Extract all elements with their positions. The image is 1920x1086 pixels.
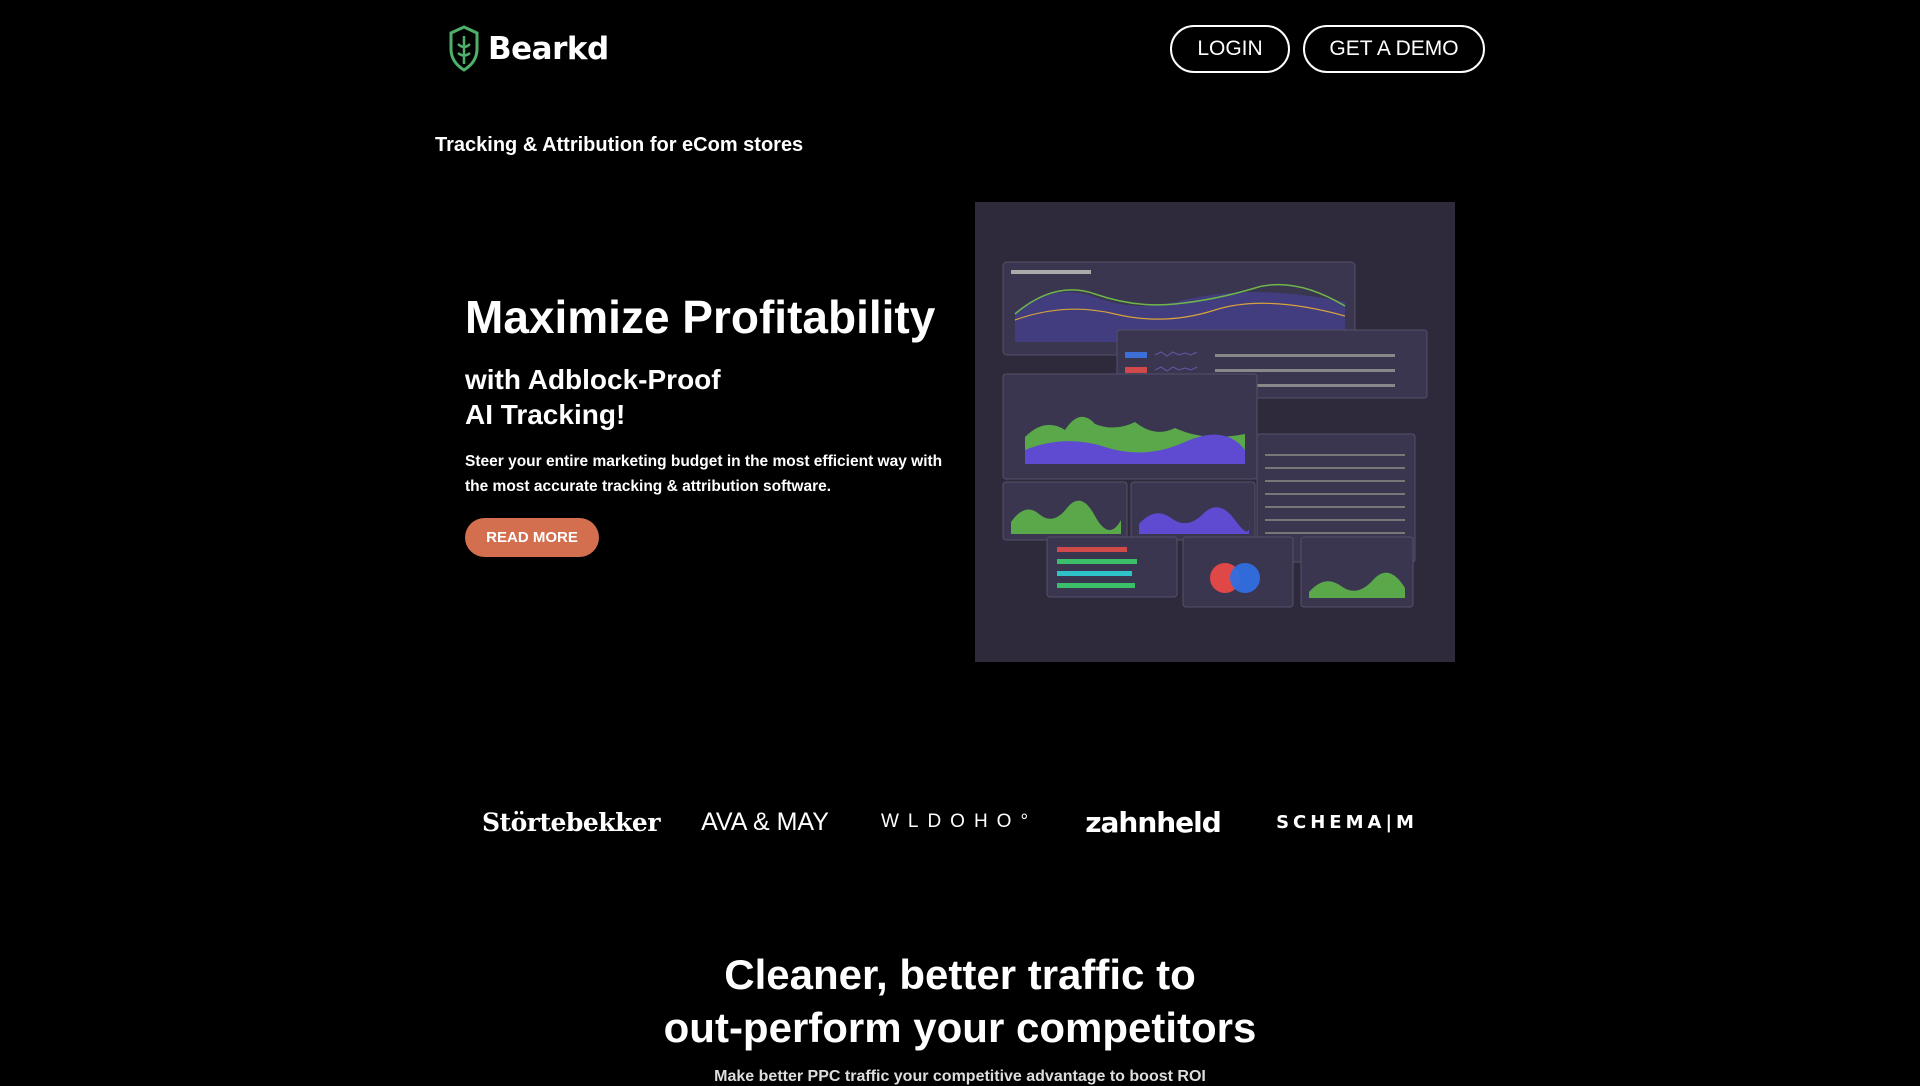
shield-icon xyxy=(449,25,479,72)
section-title-line1: Cleaner, better traffic to xyxy=(724,951,1196,998)
section-title: Cleaner, better traffic to out-perform y… xyxy=(0,948,1920,1054)
login-button[interactable]: LOGIN xyxy=(1170,25,1290,73)
client-logo: SCHEMA|M xyxy=(1276,811,1418,833)
hero-subtitle: with Adblock-Proof AI Tracking! xyxy=(465,362,721,432)
brand-name: Bearkd xyxy=(488,31,609,67)
client-logo: AVA & MAY xyxy=(701,807,829,836)
tagline: Tracking & Attribution for eCom stores xyxy=(435,134,804,156)
hero-description: Steer your entire marketing budget in th… xyxy=(465,453,943,495)
hero-subtitle-line1: with Adblock-Proof xyxy=(465,364,721,395)
client-logo: Störtebekker xyxy=(482,807,661,837)
section-subtitle: Make better PPC traffic your competitive… xyxy=(714,1068,1206,1085)
dashboard-preview-image xyxy=(975,202,1455,662)
section-title-line2: out-perform your competitors xyxy=(663,1004,1257,1051)
client-logo: WLDOHO° xyxy=(880,811,1038,832)
hero-subtitle-line2: AI Tracking! xyxy=(465,399,626,430)
brand-logo[interactable]: Bearkd xyxy=(444,24,609,74)
hero-title: Maximize Profitability xyxy=(465,291,936,343)
get-demo-button[interactable]: GET A DEMO xyxy=(1303,25,1485,73)
client-logo: zahnheld xyxy=(1085,805,1222,839)
client-logos: Störtebekker AVA & MAY WLDOHO° zahnheld … xyxy=(0,800,1920,844)
read-more-button[interactable]: READ MORE xyxy=(465,518,599,557)
